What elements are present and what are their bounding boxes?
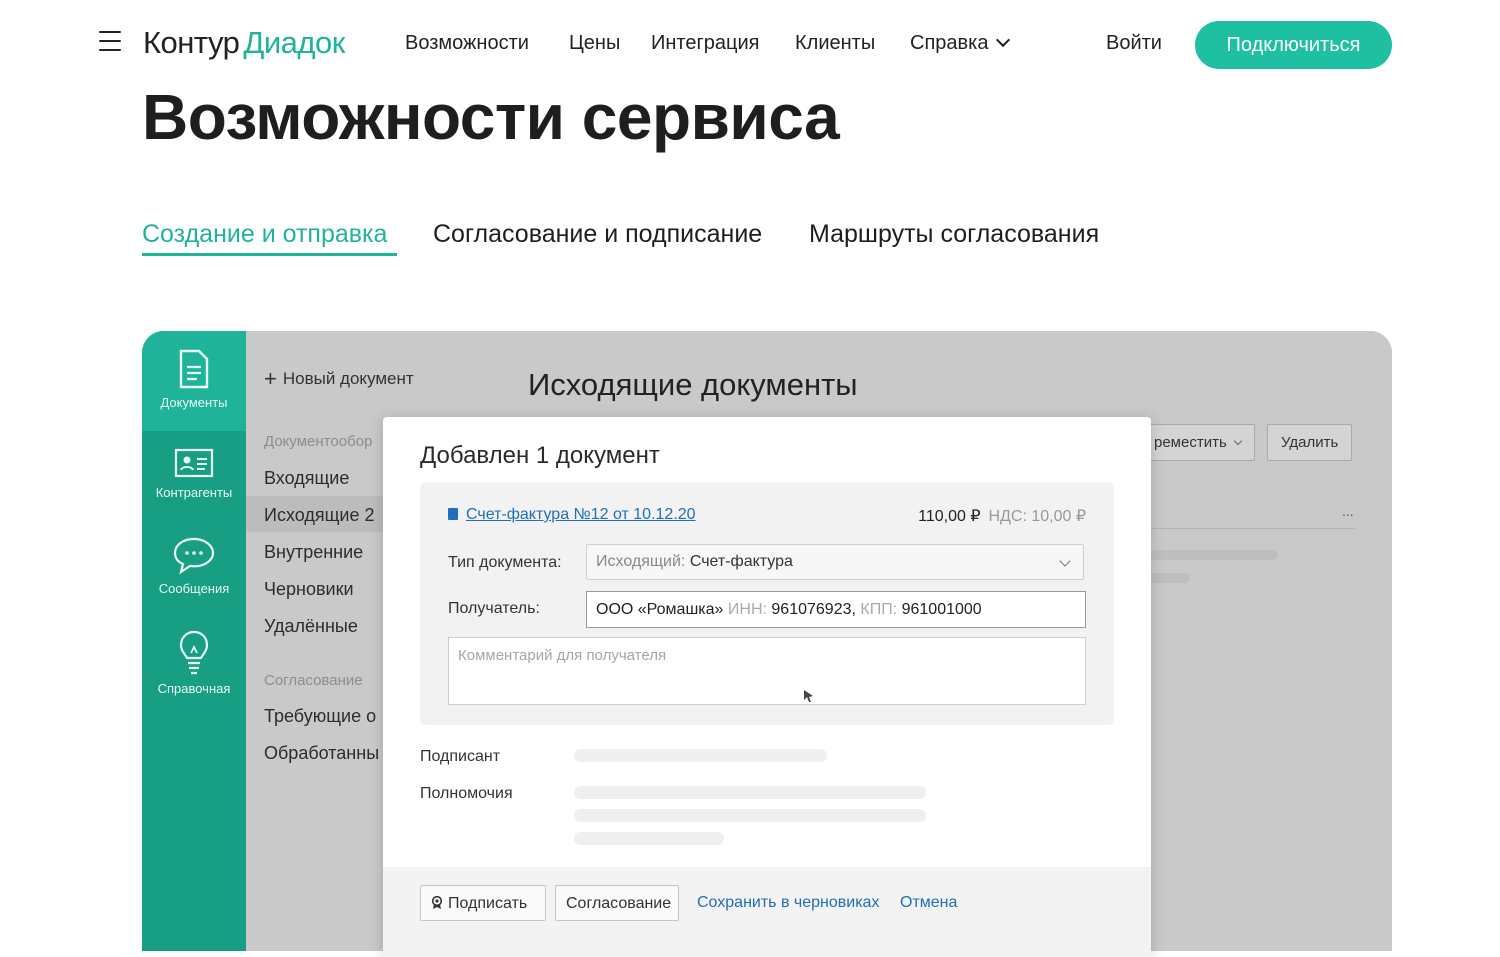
authority-placeholder [574, 786, 926, 799]
rail-label: Сообщения [158, 581, 230, 596]
kpp-label: КПП: [860, 601, 898, 618]
nav-integration[interactable]: Интеграция [651, 32, 759, 55]
cancel-link[interactable]: Отмена [900, 894, 957, 912]
new-document-label: Новый документ [282, 369, 414, 388]
document-link[interactable]: Счет-фактура №12 от 10.12.20 [448, 506, 696, 524]
chevron-down-icon [1059, 555, 1071, 567]
document-type-select[interactable]: Исходящий: Счет-фактура [586, 544, 1084, 580]
logo[interactable]: Контур Диадок [143, 25, 345, 61]
chevron-down-icon [996, 32, 1011, 48]
placeholder-bar [1150, 550, 1278, 560]
inn-label: ИНН: [727, 601, 767, 618]
document-file-icon [448, 508, 458, 520]
chevron-down-icon [1233, 436, 1243, 446]
menu-hamburger-icon[interactable] [99, 31, 121, 52]
recipient-label: Получатель: [448, 600, 540, 617]
new-document-button[interactable]: + Новый документ [264, 364, 414, 391]
active-tab-underline [142, 253, 397, 256]
document-icon [179, 349, 209, 389]
document-type-label: Тип документа: [448, 554, 562, 571]
nav-help-label: Справка [910, 32, 989, 54]
mouse-cursor-icon [804, 690, 813, 702]
authority-placeholder [574, 832, 724, 845]
nav-features[interactable]: Возможности [405, 32, 529, 55]
nav-prices[interactable]: Цены [569, 32, 620, 55]
rail-label: Контрагенты [155, 485, 233, 500]
folder-outgoing[interactable]: Исходящие 2 [264, 505, 375, 526]
authority-label: Полномочия [420, 785, 513, 802]
placeholder-bar [1150, 573, 1190, 583]
connect-button[interactable]: Подключиться [1195, 21, 1392, 69]
logo-diadoc: Диадок [243, 25, 345, 60]
signer-placeholder [574, 749, 827, 762]
comment-textarea[interactable]: Комментарий для получателя [448, 637, 1086, 705]
kpp-value: 961001000 [901, 601, 982, 618]
rail-item-documents[interactable]: Документы [142, 331, 246, 431]
outgoing-documents-title: Исходящие документы [528, 367, 858, 402]
approval-processed[interactable]: Обработанны [264, 743, 379, 764]
folder-drafts[interactable]: Черновики [264, 579, 354, 600]
sign-button[interactable]: Подписать [420, 885, 546, 921]
row-menu-icon[interactable]: ... [1342, 503, 1354, 519]
lightbulb-icon [179, 630, 209, 675]
document-card: Счет-фактура №12 от 10.12.20 110,00 ₽ НДС… [420, 482, 1114, 725]
section-docflow: Документообор [264, 433, 373, 450]
type-value: Счет-фактура [689, 553, 793, 570]
logo-kontur: Контур [143, 25, 240, 60]
plus-icon: + [264, 366, 277, 391]
tab-create-send[interactable]: Создание и отправка [142, 220, 387, 249]
section-approval: Согласование [264, 672, 363, 689]
rail-item-contractors[interactable]: Контрагенты [142, 447, 246, 500]
document-amount: 110,00 ₽ НДС: 10,00 ₽ [918, 506, 1086, 526]
tab-approval-routes[interactable]: Маршруты согласования [809, 220, 1099, 249]
vat-value: НДС: 10,00 ₽ [988, 508, 1087, 525]
rail-label: Документы [160, 395, 228, 410]
save-drafts-link[interactable]: Сохранить в черновиках [697, 894, 879, 912]
rail-item-messages[interactable]: Сообщения [142, 535, 246, 596]
move-button[interactable]: реместить [1140, 424, 1255, 461]
contact-card-icon [174, 448, 214, 478]
move-label: реместить [1154, 434, 1227, 451]
folder-internal[interactable]: Внутренние [264, 542, 363, 563]
login-link[interactable]: Войти [1106, 32, 1162, 55]
rail-item-reference[interactable]: Справочная [142, 629, 246, 696]
authority-placeholder [574, 809, 926, 822]
document-link-label: Счет-фактура №12 от 10.12.20 [466, 506, 696, 523]
folder-deleted[interactable]: Удалённые [264, 616, 358, 637]
dialog-title: Добавлен 1 документ [420, 442, 660, 469]
approval-button[interactable]: Согласование [555, 885, 679, 921]
app-sidebar-rail: Документы Контрагенты Сообщения Справочн… [142, 331, 246, 951]
added-document-dialog: Добавлен 1 документ Счет-фактура №12 от … [383, 417, 1151, 957]
inn-value: 961076923, [771, 601, 856, 618]
recipient-field[interactable]: ООО «Ромашка» ИНН: 961076923, КПП: 96100… [586, 591, 1086, 628]
page-title: Возможности сервиса [142, 81, 840, 153]
chat-bubble-icon [173, 537, 215, 575]
nav-clients[interactable]: Клиенты [795, 32, 875, 55]
nav-help[interactable]: Справка [910, 32, 1011, 55]
tab-approval-signing[interactable]: Согласование и подписание [433, 220, 762, 249]
table-divider [1150, 528, 1355, 529]
sign-label: Подписать [448, 895, 528, 912]
rail-label: Справочная [157, 681, 231, 696]
folder-incoming[interactable]: Входящие [264, 468, 349, 489]
signer-label: Подписант [420, 748, 501, 765]
recipient-name: ООО «Ромашка» [596, 601, 724, 618]
seal-icon [431, 895, 443, 909]
dialog-footer: Подписать Согласование Сохранить в черно… [383, 867, 1151, 957]
type-prefix: Исходящий: [596, 553, 686, 570]
approval-pending[interactable]: Требующие о [264, 706, 376, 727]
delete-button[interactable]: Удалить [1267, 424, 1353, 461]
amount-value: 110,00 ₽ [918, 508, 981, 525]
